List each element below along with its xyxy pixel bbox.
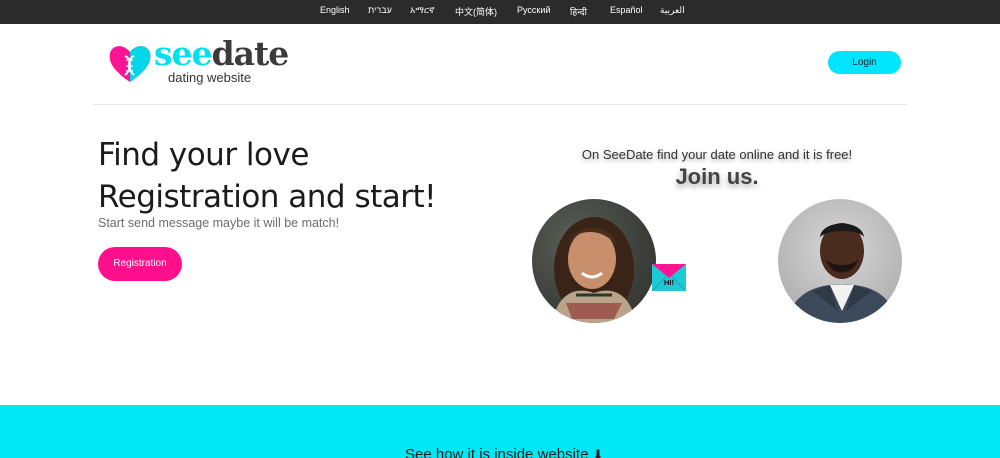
see-inside-link[interactable]: See how it is inside website ⬇ — [405, 446, 603, 458]
language-link-chinese[interactable]: 中文(简体) — [455, 5, 497, 18]
envelope-greeting: HI! — [664, 278, 674, 287]
promo-tagline: On SeeDate find your date online and it … — [581, 147, 853, 162]
hero-title-line2: Registration and start! — [98, 179, 437, 215]
language-link-spanish[interactable]: Español — [610, 5, 643, 15]
logo-subtitle: dating website — [168, 70, 252, 85]
envelope-icon: HI! — [651, 264, 687, 292]
hero-subtitle: Start send message maybe it will be matc… — [98, 216, 340, 230]
language-link-english[interactable]: English — [320, 5, 350, 15]
language-link-hindi[interactable]: हिन्दी — [570, 5, 587, 18]
language-bar: English עברית አማርኛ 中文(简体) Русский हिन्दी… — [0, 0, 1000, 24]
header-divider — [93, 104, 907, 105]
language-link-amharic[interactable]: አማርኛ — [410, 5, 435, 16]
registration-button[interactable]: Registration — [98, 247, 182, 281]
logo-wordmark: seedate — [154, 34, 290, 73]
language-link-hebrew[interactable]: עברית — [368, 5, 392, 15]
heart-dna-icon — [109, 46, 151, 82]
man-profile-photo — [778, 199, 902, 323]
see-inside-text: See how it is inside website — [405, 446, 589, 458]
hero-title-line1: Find your love — [98, 137, 309, 173]
language-link-russian[interactable]: Русский — [517, 5, 550, 15]
hero-title: Find your love Registration and start! — [98, 134, 437, 218]
join-us-heading: Join us. — [675, 164, 759, 189]
woman-profile-photo — [532, 199, 656, 323]
arrow-down-icon: ⬇ — [592, 447, 604, 458]
logo-word-see: see — [154, 34, 213, 73]
logo-word-date: date — [211, 34, 290, 73]
site-logo[interactable]: seedate dating website — [108, 34, 289, 90]
language-link-arabic[interactable]: العربية — [660, 5, 685, 16]
login-button[interactable]: Login — [828, 51, 901, 74]
